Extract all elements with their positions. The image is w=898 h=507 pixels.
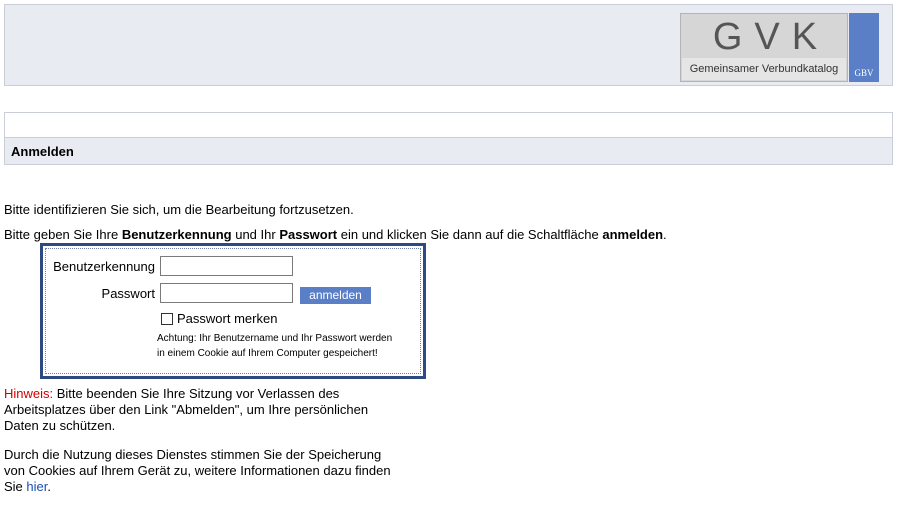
cookie-notice: Durch die Nutzung dieses Dienstes stimme… bbox=[4, 447, 394, 495]
intro-bold-password: Passwort bbox=[279, 227, 338, 242]
password-input[interactable] bbox=[160, 283, 293, 303]
cookie-info-link[interactable]: hier bbox=[26, 479, 47, 494]
cookie-text: Durch die Nutzung dieses Dienstes stimme… bbox=[4, 447, 391, 494]
username-input[interactable] bbox=[160, 256, 293, 276]
remember-password-checkbox[interactable] bbox=[161, 313, 173, 325]
logo-main: GVK Gemeinsamer Verbundkatalog bbox=[680, 13, 848, 82]
intro-text: ein und klicken Sie dann auf die Schaltf… bbox=[337, 227, 603, 242]
logo-title: GVK bbox=[712, 16, 830, 58]
cookie-end: . bbox=[47, 479, 51, 494]
gvk-logo[interactable]: GVK Gemeinsamer Verbundkatalog GBV bbox=[680, 13, 879, 82]
notice-text: Bitte beenden Sie Ihre Sitzung vor Verla… bbox=[4, 386, 369, 433]
intro-line-1: Bitte identifizieren Sie sich, um die Be… bbox=[4, 202, 354, 217]
username-label: Benutzerkennung bbox=[53, 259, 155, 274]
intro-text: und Ihr bbox=[231, 227, 280, 242]
login-form: Benutzerkennung Passwort anmelden Passwo… bbox=[40, 243, 426, 379]
gbv-badge: GBV bbox=[849, 13, 879, 82]
logo-subtitle: Gemeinsamer Verbundkatalog bbox=[682, 58, 846, 80]
intro-line-2: Bitte geben Sie Ihre Benutzerkennung und… bbox=[4, 227, 667, 242]
login-button[interactable]: anmelden bbox=[300, 287, 371, 304]
login-form-inner: Benutzerkennung Passwort anmelden Passwo… bbox=[45, 248, 421, 374]
intro-text: Bitte geben Sie Ihre bbox=[4, 227, 122, 242]
toolbar-empty bbox=[4, 112, 893, 138]
cookie-warning: Achtung: Ihr Benutzername und Ihr Passwo… bbox=[157, 333, 393, 359]
gbv-badge-text: GBV bbox=[854, 68, 874, 78]
password-label: Passwort bbox=[101, 286, 155, 301]
page-title: Anmelden bbox=[11, 144, 74, 159]
header-bar: GVK Gemeinsamer Verbundkatalog GBV bbox=[4, 4, 893, 86]
notice-label: Hinweis: bbox=[4, 386, 54, 401]
intro-text: . bbox=[663, 227, 667, 242]
logout-notice: Hinweis: Bitte beenden Sie Ihre Sitzung … bbox=[4, 386, 394, 434]
intro-bold-login: anmelden bbox=[602, 227, 664, 242]
remember-password-label: Passwort merken bbox=[177, 311, 278, 326]
title-bar: Anmelden bbox=[4, 138, 893, 165]
intro-bold-username: Benutzerkennung bbox=[121, 227, 232, 242]
